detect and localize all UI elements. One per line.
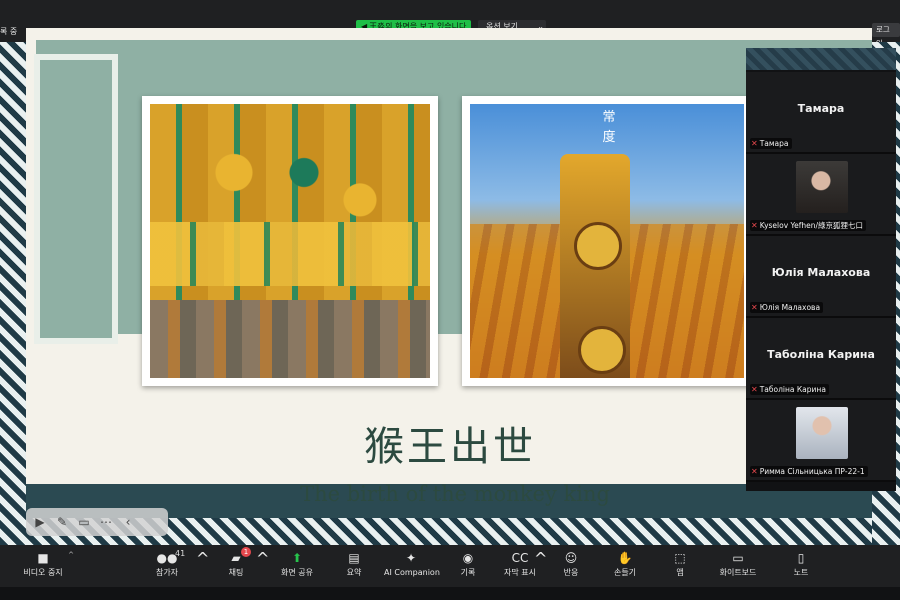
ai-companion-icon: ✦	[405, 551, 417, 565]
toolbar-label: 화이트보드	[719, 568, 757, 577]
captions-button[interactable]: CC 자막 표시	[502, 549, 538, 583]
stop-video-button[interactable]: ■ 비디오 중지 ^	[20, 549, 74, 583]
participant-name-label: ✕ Kyselov Yefhen/綠京狐狸七口	[750, 220, 867, 231]
participant-name-label: ✕ Тамара	[750, 138, 792, 149]
participant-name-label: ✕ Римма Сільницька ПР-22-1	[750, 466, 868, 477]
toolbar-label: 자막 표시	[504, 568, 536, 577]
participant-panel-header	[746, 48, 896, 70]
screen-icon[interactable]: ▭	[76, 514, 92, 530]
whiteboard-button[interactable]: ▭ 화이트보드	[716, 549, 760, 583]
toolbar-label: 기록	[460, 568, 476, 577]
mic-muted-icon: ✕	[751, 467, 758, 476]
participant-video	[796, 407, 848, 459]
participant-panel: Тамара ✕ Тамара ✕ Kyselov Yefhen/綠京狐狸七口 Юл…	[746, 48, 896, 491]
recording-label: 록 중	[0, 27, 18, 36]
participants-count: 41	[175, 549, 186, 558]
toolbar-label: 앱	[676, 568, 684, 577]
chat-unread-badge: 1	[241, 547, 251, 557]
participant-tile[interactable]: ✕ Римма Сільницька ПР-22-1	[746, 400, 896, 482]
ornament-disc	[574, 222, 622, 270]
share-screen-button[interactable]: ⬆ 화면 공유	[278, 549, 316, 583]
decorative-border-left	[0, 42, 26, 545]
summary-button[interactable]: ▤ 요약	[340, 549, 368, 583]
mic-muted-icon: ✕	[751, 303, 758, 312]
participant-tile[interactable]: Юлія Малахова ✕ Юлія Малахова	[746, 236, 896, 318]
mic-muted-icon: ✕	[751, 221, 758, 230]
participant-label-text: Римма Сільницька ПР-22-1	[759, 467, 865, 476]
participant-name-label: ✕ Таболіна Карина	[750, 384, 829, 395]
slide-subtitle: The birth of the monkey king	[300, 482, 610, 506]
empty-picture-frame	[34, 54, 118, 344]
participant-label-text: Юлія Малахова	[759, 303, 821, 312]
slide-title: 猴王出世	[364, 424, 536, 470]
meeting-controls-bar: ■ 비디오 중지 ^ ●● 참가자 ^ ▰ 채팅 ^ ⬆ 화면 공유 ▤ 요약 …	[0, 545, 900, 587]
participant-label-text: Тамара	[759, 139, 789, 148]
toolbar-label: 비디오 중지	[23, 568, 63, 577]
more-icon[interactable]: ⋯	[98, 514, 114, 530]
summary-icon: ▤	[348, 551, 360, 565]
raise-hand-button[interactable]: ✋ 손들기	[610, 549, 640, 583]
tile-row-carving	[150, 300, 430, 378]
mic-muted-icon: ✕	[751, 139, 758, 148]
apps-icon: ⬚	[674, 551, 686, 565]
participant-label-text: Таболіна Карина	[759, 385, 826, 394]
chevron-up-icon[interactable]: ^	[256, 549, 269, 583]
chevron-up-icon[interactable]: ^	[68, 551, 74, 559]
toolbar-label: 채팅	[228, 568, 244, 577]
notes-icon: ▯	[797, 551, 805, 565]
record-icon: ◉	[462, 551, 474, 565]
mic-muted-icon: ✕	[751, 385, 758, 394]
participant-tile[interactable]: Тамара ✕ Тамара	[746, 72, 896, 154]
captions-icon: CC	[511, 551, 529, 565]
tile-row-ornament	[150, 222, 430, 286]
photo-caption: 常度	[602, 110, 616, 145]
toolbar-label: 반응	[563, 568, 579, 577]
reactions-button[interactable]: ☺ 반응	[558, 549, 584, 583]
video-icon: ■	[37, 551, 49, 565]
toolbar-label: 손들기	[613, 568, 637, 577]
participant-name-label: ✕ Юлія Малахова	[750, 302, 824, 313]
participant-label-text: Kyselov Yefhen/綠京狐狸七口	[759, 221, 864, 230]
participant-display-name: Тамара	[797, 102, 845, 115]
whiteboard-icon: ▭	[732, 551, 744, 565]
participant-tile[interactable]: Таболіна Карина ✕ Таболіна Карина	[746, 318, 896, 400]
participant-display-name: Юлія Малахова	[771, 266, 871, 279]
record-button[interactable]: ◉ 기록	[454, 549, 482, 583]
annotation-toolbar: ▶ ✎ ▭ ⋯ ‹	[26, 508, 168, 536]
reactions-icon: ☺	[564, 551, 578, 565]
toolbar-label: AI Companion	[384, 568, 440, 577]
share-screen-icon: ⬆	[291, 551, 303, 565]
toolbar-label: 화면 공유	[281, 568, 313, 577]
notes-button[interactable]: ▯ 노트	[790, 549, 812, 583]
photo-glazed-tiles	[142, 96, 438, 386]
toolbar-label: 요약	[346, 568, 362, 577]
pen-icon[interactable]: ✎	[54, 514, 70, 530]
chevron-up-icon[interactable]: ^	[196, 549, 209, 583]
toolbar-label: 참가자	[155, 568, 179, 577]
window-bottom-strip	[0, 587, 900, 600]
chevron-up-icon[interactable]: ^	[534, 549, 547, 583]
raise-hand-icon: ✋	[617, 551, 633, 565]
collapse-icon[interactable]: ‹	[120, 514, 136, 530]
sign-in-button[interactable]: 로그인	[872, 23, 900, 48]
play-icon[interactable]: ▶	[32, 514, 48, 530]
glazed-tiles-image	[150, 104, 430, 378]
apps-button[interactable]: ⬚ 앱	[670, 549, 690, 583]
participant-display-name: Таболіна Карина	[767, 348, 875, 361]
ornament-disc	[578, 326, 626, 374]
participant-tile[interactable]: ✕ Kyselov Yefhen/綠京狐狸七口	[746, 154, 896, 236]
ai-companion-button[interactable]: ✦ AI Companion	[384, 549, 440, 583]
toolbar-label: 노트	[793, 568, 809, 577]
participant-video	[796, 161, 848, 213]
